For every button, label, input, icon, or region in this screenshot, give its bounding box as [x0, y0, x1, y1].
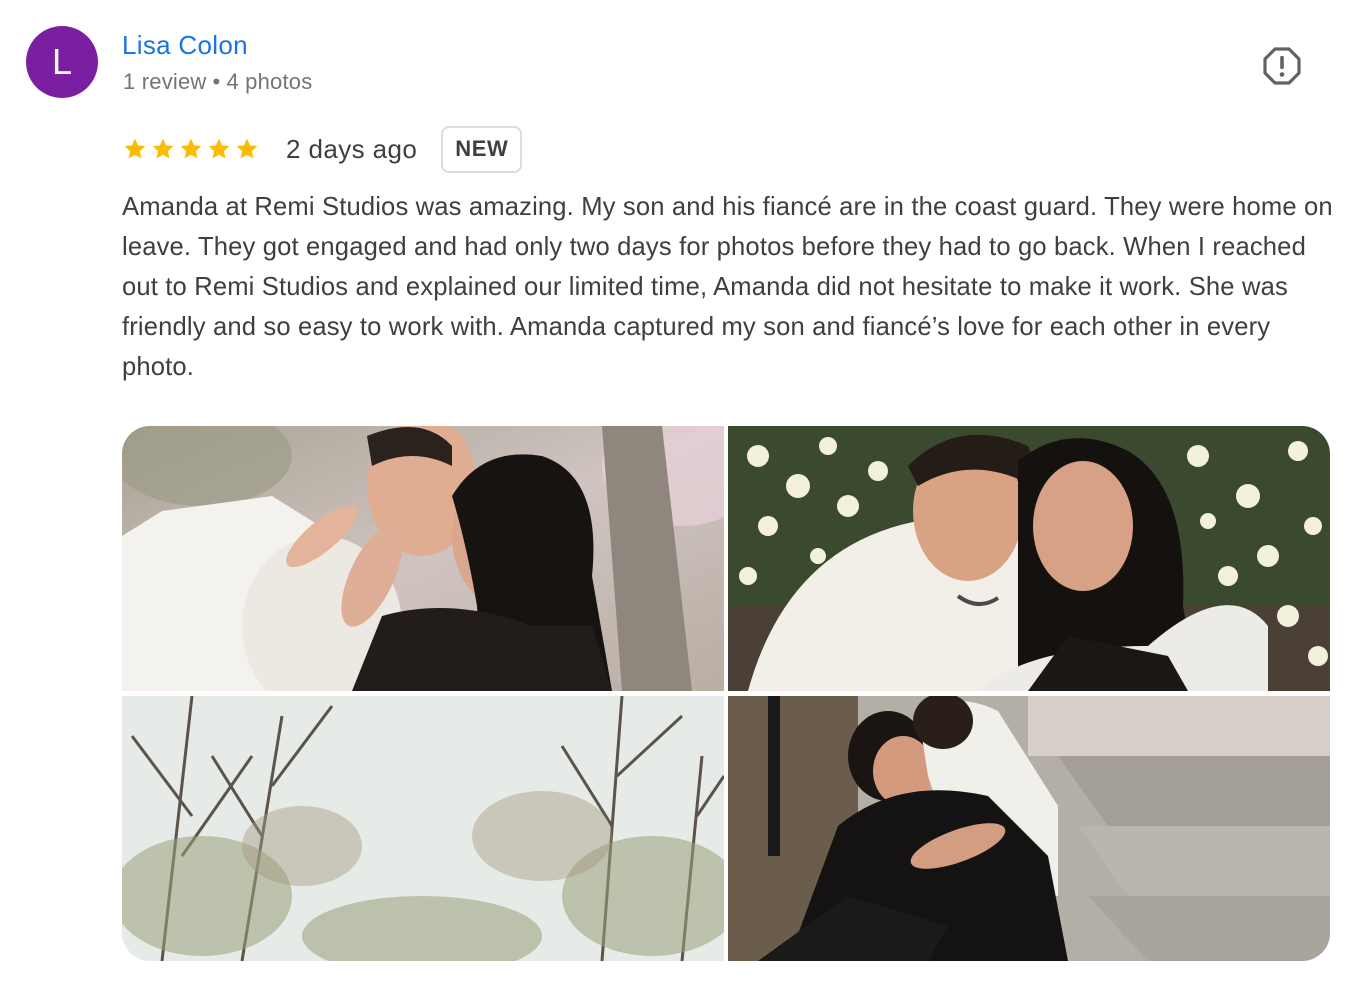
review-date: 2 days ago — [286, 133, 418, 164]
photo-trees-image — [122, 696, 724, 961]
star-icon — [180, 138, 202, 159]
new-badge: NEW — [441, 125, 523, 173]
review-photo-3[interactable] — [122, 696, 724, 961]
photo-grid — [122, 426, 1330, 961]
meta-separator: • — [212, 69, 221, 94]
avatar-letter: L — [51, 41, 73, 82]
rating-row: 2 days ago NEW — [122, 125, 523, 173]
photo-count: 4 photos — [226, 69, 313, 94]
review-photo-2[interactable] — [728, 426, 1330, 691]
star-rating — [122, 136, 260, 162]
photo-couple-steps-image — [728, 696, 1330, 961]
photo-couple-daffodils-image — [728, 426, 1330, 691]
review-count: 1 review — [123, 69, 207, 94]
review-photo-1[interactable] — [122, 426, 724, 691]
star-icon — [208, 138, 230, 159]
avatar[interactable]: L — [26, 26, 98, 98]
author-name-link[interactable]: Lisa Colon — [122, 30, 248, 61]
review-photo-4[interactable] — [728, 696, 1330, 961]
star-icon — [152, 138, 174, 159]
review-text: Amanda at Remi Studios was amazing. My s… — [122, 193, 1333, 381]
author-meta: 1 review • 4 photos — [123, 69, 312, 95]
star-icon — [236, 138, 258, 159]
review-card: L Lisa Colon 1 review • 4 photos 2 days ag… — [0, 0, 1358, 992]
report-flag-icon — [1263, 47, 1301, 85]
star-icon — [124, 138, 146, 159]
report-button[interactable] — [1262, 46, 1302, 86]
photo-couple-kiss-image — [122, 426, 724, 691]
